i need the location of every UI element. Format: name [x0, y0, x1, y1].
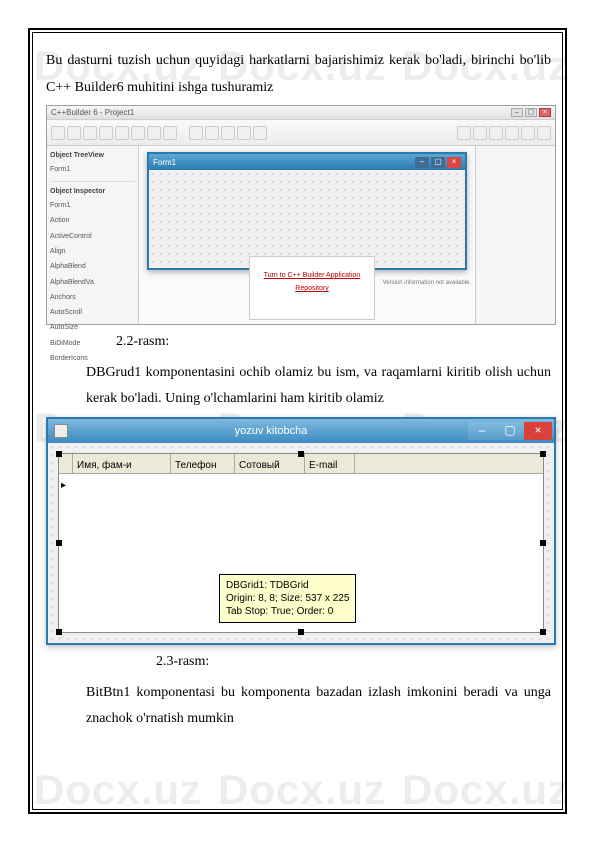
minimize-icon[interactable]: –	[468, 422, 496, 440]
paragraph-1: Bu dasturni tuzish uchun quyidagi harkat…	[46, 48, 551, 101]
ide-body: Object TreeView Form1 Object Inspector F…	[47, 146, 555, 324]
prop-row[interactable]: AlphaBlend	[50, 259, 135, 274]
ide-titlebar: C++Builder 6 - Project1 – ▢ ×	[47, 106, 555, 120]
toolbar-button[interactable]	[253, 126, 267, 140]
ide-center: Form1 – ▢ × Turn to C++ Builder Applicat…	[139, 146, 475, 324]
paragraph-2: DBGrud1 komponentasini ochib olamiz bu i…	[86, 360, 551, 413]
toolbar-button[interactable]	[51, 126, 65, 140]
ide-window-buttons: – ▢ ×	[511, 108, 551, 117]
prop-row[interactable]: AutoScroll	[50, 305, 135, 320]
object-treeview-title: Object TreeView	[50, 149, 135, 162]
app-icon	[54, 424, 68, 438]
toolbar-button[interactable]	[205, 126, 219, 140]
resize-handle[interactable]	[56, 451, 62, 457]
ide-form-designer[interactable]: Form1 – ▢ ×	[147, 152, 467, 270]
form2-title: yozuv kitobcha	[74, 421, 468, 442]
column-header[interactable]: Телефон	[171, 454, 235, 473]
toolbar-button[interactable]	[67, 126, 81, 140]
form-titlebar: Form1 – ▢ ×	[149, 154, 465, 170]
toolbar-button[interactable]	[237, 126, 251, 140]
ide-status-text: Version information not available.	[361, 280, 471, 320]
minimize-icon[interactable]: –	[511, 108, 523, 117]
toolbar-button[interactable]	[83, 126, 97, 140]
close-icon[interactable]: ×	[539, 108, 551, 117]
component-tooltip: DBGrid1: TDBGrid Origin: 8, 8; Size: 537…	[219, 574, 356, 623]
dbgrid-component[interactable]: Имя, фам-и Телефон Сотовый E-mail ▸ DBGr…	[58, 453, 544, 633]
ide-welcome-doc[interactable]: Turn to C++ Builder Application Reposito…	[249, 256, 375, 320]
toolbar-button[interactable]	[131, 126, 145, 140]
screenshot-form: yozuv kitobcha – ▢ × Имя, фам-и Т	[46, 417, 556, 645]
figure-caption-2: 2.3-rasm:	[156, 649, 551, 676]
page-content: Bu dasturni tuzish uchun quyidagi harkat…	[46, 48, 551, 794]
toolbar-button[interactable]	[473, 126, 487, 140]
column-header[interactable]: Сотовый	[235, 454, 305, 473]
maximize-icon[interactable]: ▢	[525, 108, 537, 117]
toolbar-button[interactable]	[489, 126, 503, 140]
form-close-icon[interactable]: ×	[447, 157, 461, 168]
form-title: Form1	[153, 155, 176, 170]
ide-title: C++Builder 6 - Project1	[51, 105, 134, 120]
object-inspector-title: Object Inspector	[50, 185, 135, 198]
prop-row[interactable]: AutoSize	[50, 320, 135, 335]
form-maximize-icon[interactable]: ▢	[431, 157, 445, 168]
column-header[interactable]: Имя, фам-и	[73, 454, 171, 473]
form2-body[interactable]: Имя, фам-и Телефон Сотовый E-mail ▸ DBGr…	[48, 443, 554, 643]
toolbar-button[interactable]	[457, 126, 471, 140]
form2-titlebar: yozuv kitobcha – ▢ ×	[48, 419, 554, 443]
tooltip-line: DBGrid1: TDBGrid	[226, 579, 349, 592]
toolbar-button[interactable]	[189, 126, 203, 140]
toolbar-button[interactable]	[537, 126, 551, 140]
maximize-icon[interactable]: ▢	[496, 422, 524, 440]
prop-row[interactable]: Anchors	[50, 290, 135, 305]
prop-row[interactable]: Action	[50, 213, 135, 228]
ide-toolbar	[47, 120, 555, 146]
column-header[interactable]: E-mail	[305, 454, 355, 473]
toolbar-button[interactable]	[221, 126, 235, 140]
toolbar-button[interactable]	[147, 126, 161, 140]
prop-row[interactable]: AlphaBlendVa	[50, 275, 135, 290]
form-design-surface[interactable]	[149, 170, 465, 268]
prop-row[interactable]: BorderIcons	[50, 351, 135, 366]
dbgrid-header: Имя, фам-и Телефон Сотовый E-mail	[59, 454, 543, 474]
prop-row[interactable]: BiDiMode	[50, 336, 135, 351]
resize-handle[interactable]	[298, 451, 304, 457]
toolbar-button[interactable]	[521, 126, 535, 140]
paragraph-3: BitBtn1 komponentasi bu komponenta bazad…	[86, 680, 551, 733]
toolbar-button[interactable]	[115, 126, 129, 140]
tree-item[interactable]: Form1	[50, 162, 135, 177]
prop-row[interactable]: ActiveControl	[50, 229, 135, 244]
form-minimize-icon[interactable]: –	[415, 157, 429, 168]
toolbar-button[interactable]	[505, 126, 519, 140]
toolbar-button[interactable]	[99, 126, 113, 140]
screenshot-ide: C++Builder 6 - Project1 – ▢ ×	[46, 105, 556, 325]
toolbar-button[interactable]	[163, 126, 177, 140]
ide-left-panel: Object TreeView Form1 Object Inspector F…	[47, 146, 139, 324]
figure-caption-1: 2.2-rasm:	[116, 329, 551, 356]
inspector-selected[interactable]: Form1	[50, 198, 135, 213]
tooltip-line: Origin: 8, 8; Size: 537 x 225	[226, 592, 349, 605]
tooltip-line: Tab Stop: True; Order: 0	[226, 605, 349, 618]
resize-handle[interactable]	[540, 451, 546, 457]
row-indicator-icon: ▸	[61, 476, 66, 495]
ide-right-panel	[475, 146, 555, 324]
close-icon[interactable]: ×	[524, 422, 552, 440]
prop-row[interactable]: Align	[50, 244, 135, 259]
